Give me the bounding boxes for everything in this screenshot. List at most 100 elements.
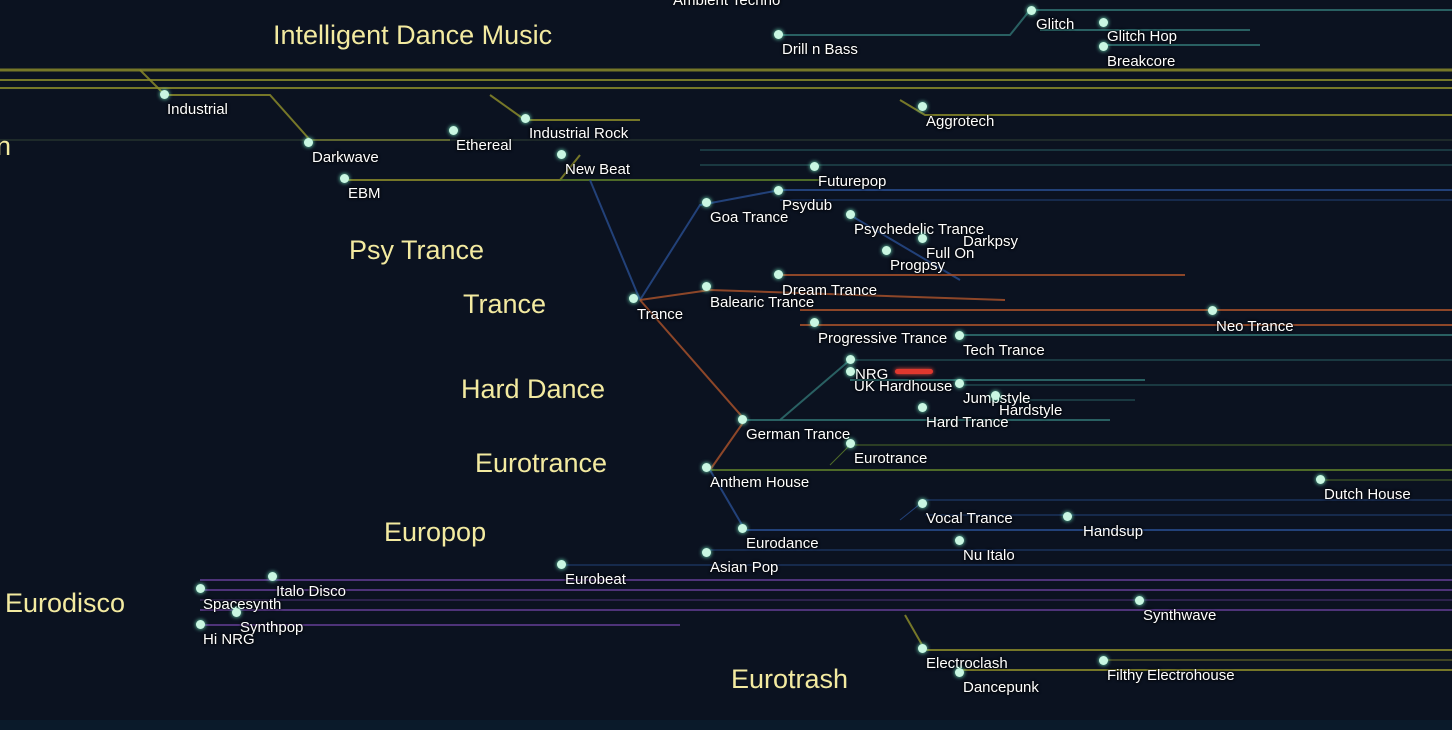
genre-aggrotech[interactable]: Aggrotech — [926, 114, 994, 129]
genre-industrial[interactable]: Industrial — [167, 102, 228, 117]
genre-dot-glitch-hop[interactable] — [1099, 18, 1108, 27]
genre-ebm[interactable]: EBM — [348, 186, 381, 201]
genre-dot-uk-hardhouse[interactable] — [846, 367, 855, 376]
genre-dot-nu-italo[interactable] — [955, 536, 964, 545]
genre-glitch-hop[interactable]: Glitch Hop — [1107, 29, 1177, 44]
group-label-hard-dance: Hard Dance — [461, 374, 606, 404]
genre-uk-hardhouse[interactable]: UK Hardhouse — [854, 379, 952, 394]
genre-dot-new-beat[interactable] — [557, 150, 566, 159]
group-label-eurotrash: Eurotrash — [731, 664, 849, 694]
genre-dot-hard-trance[interactable] — [918, 403, 927, 412]
genre-anthem-house[interactable]: Anthem House — [710, 475, 809, 490]
genre-italo-disco[interactable]: Italo Disco — [276, 584, 346, 599]
genre-dot-filthy-electrohouse[interactable] — [1099, 656, 1108, 665]
group-label-trance: Trance — [463, 289, 547, 319]
genre-spacesynth[interactable]: Spacesynth — [203, 597, 281, 612]
genre-dot-jumpstyle[interactable] — [955, 379, 964, 388]
genre-dot-vocal-trance[interactable] — [918, 499, 927, 508]
group-label-idm: Intelligent Dance Music — [273, 20, 553, 50]
genre-dot-tech-trance[interactable] — [955, 331, 964, 340]
genre-dot-darkpsy[interactable] — [918, 234, 927, 243]
genre-ethereal[interactable]: Ethereal — [456, 138, 512, 153]
genre-dot-synthwave[interactable] — [1135, 596, 1144, 605]
genre-dot-anthem-house[interactable] — [702, 463, 711, 472]
genre-breakcore[interactable]: Breakcore — [1107, 54, 1175, 69]
genre-handsup[interactable]: Handsup — [1083, 524, 1143, 539]
genre-dot-eurobeat[interactable] — [557, 560, 566, 569]
genre-tech-trance[interactable]: Tech Trance — [963, 343, 1045, 358]
genre-dot-spacesynth[interactable] — [196, 584, 205, 593]
genre-drill-n-bass[interactable]: Drill n Bass — [782, 42, 858, 57]
genre-dot-ethereal[interactable] — [449, 126, 458, 135]
genre-dot-futurepop[interactable] — [810, 162, 819, 171]
now-playing-indicator — [895, 369, 933, 374]
genre-dot-german-trance[interactable] — [738, 415, 747, 424]
genre-dot-eurodance[interactable] — [738, 524, 747, 533]
genre-german-trance[interactable]: German Trance — [746, 427, 850, 442]
genre-dot-hardstyle[interactable] — [991, 391, 1000, 400]
genre-dot-handsup[interactable] — [1063, 512, 1072, 521]
genre-dot-breakcore[interactable] — [1099, 42, 1108, 51]
group-label-eurotrance: Eurotrance — [475, 448, 608, 478]
genre-dot-full-on[interactable] — [882, 246, 891, 255]
genre-dot-synthpop[interactable] — [232, 608, 241, 617]
genre-dot-balearic-trance[interactable] — [702, 282, 711, 291]
bottom-edge-bar — [0, 720, 1452, 730]
genre-balearic-trance[interactable]: Balearic Trance — [710, 295, 814, 310]
genre-dot-italo-disco[interactable] — [268, 572, 277, 581]
group-label-partial: n — [0, 131, 12, 161]
genre-dancepunk[interactable]: Dancepunk — [963, 680, 1039, 695]
genre-connection-line — [779, 359, 851, 421]
genre-hi-nrg[interactable]: Hi NRG — [203, 632, 255, 647]
genre-dot-ebm[interactable] — [340, 174, 349, 183]
genre-connection-line — [589, 179, 641, 301]
genre-dot-eurotrance[interactable] — [846, 439, 855, 448]
group-label-eurodisco: Eurodisco — [5, 588, 126, 618]
genre-dot-progressive-trance[interactable] — [810, 318, 819, 327]
genre-nu-italo[interactable]: Nu Italo — [963, 548, 1015, 563]
genre-dot-goa-trance[interactable] — [702, 198, 711, 207]
genre-trance[interactable]: Trance — [637, 307, 683, 322]
genre-synthwave[interactable]: Synthwave — [1143, 608, 1216, 623]
genre-psydub[interactable]: Psydub — [782, 198, 832, 213]
genre-dot-industrial[interactable] — [160, 90, 169, 99]
genre-eurotrance[interactable]: Eurotrance — [854, 451, 927, 466]
genre-vocal-trance[interactable]: Vocal Trance — [926, 511, 1013, 526]
genre-progpsy[interactable]: Progpsy — [890, 258, 945, 273]
genre-dutch-house[interactable]: Dutch House — [1324, 487, 1411, 502]
genre-electroclash[interactable]: Electroclash — [926, 656, 1008, 671]
genre-dot-nrg[interactable] — [846, 355, 855, 364]
genre-dot-psydub[interactable] — [774, 186, 783, 195]
genre-dot-darkwave[interactable] — [304, 138, 313, 147]
genre-dot-dutch-house[interactable] — [1316, 475, 1325, 484]
genre-neo-trance[interactable]: Neo Trance — [1216, 319, 1294, 334]
genre-dot-neo-trance[interactable] — [1208, 306, 1217, 315]
genre-progressive-trance[interactable]: Progressive Trance — [818, 331, 947, 346]
genre-dot-dream-trance[interactable] — [774, 270, 783, 279]
genre-filthy-electrohouse[interactable]: Filthy Electrohouse — [1107, 668, 1235, 683]
genre-futurepop[interactable]: Futurepop — [818, 174, 886, 189]
genre-darkwave[interactable]: Darkwave — [312, 150, 379, 165]
genre-connection-line — [345, 154, 581, 181]
genre-industrial-rock[interactable]: Industrial Rock — [529, 126, 628, 141]
genre-hard-trance[interactable]: Hard Trance — [926, 415, 1009, 430]
genre-dot-dancepunk[interactable] — [955, 668, 964, 677]
genre-dot-asian-pop[interactable] — [702, 548, 711, 557]
genre-glitch[interactable]: Glitch — [1036, 17, 1074, 32]
genre-goa-trance[interactable]: Goa Trance — [710, 210, 788, 225]
genre-connection-line — [639, 299, 747, 471]
genre-dot-electroclash[interactable] — [918, 644, 927, 653]
genre-dot-industrial-rock[interactable] — [521, 114, 530, 123]
genre-eurodance[interactable]: Eurodance — [746, 536, 819, 551]
genre-dot-psychedelic-trance[interactable] — [846, 210, 855, 219]
genre-asian-pop[interactable]: Asian Pop — [710, 560, 778, 575]
group-label-europop: Europop — [384, 517, 487, 547]
genre-new-beat[interactable]: New Beat — [565, 162, 630, 177]
genre-dot-glitch[interactable] — [1027, 6, 1036, 15]
genre-dot-aggrotech[interactable] — [918, 102, 927, 111]
genre-dot-hi-nrg[interactable] — [196, 620, 205, 629]
genre-dot-trance[interactable] — [629, 294, 638, 303]
genre-dot-drill-n-bass[interactable] — [774, 30, 783, 39]
genre-eurobeat[interactable]: Eurobeat — [565, 572, 626, 587]
genre-ambient-techno[interactable]: Ambient Techno — [673, 0, 780, 8]
